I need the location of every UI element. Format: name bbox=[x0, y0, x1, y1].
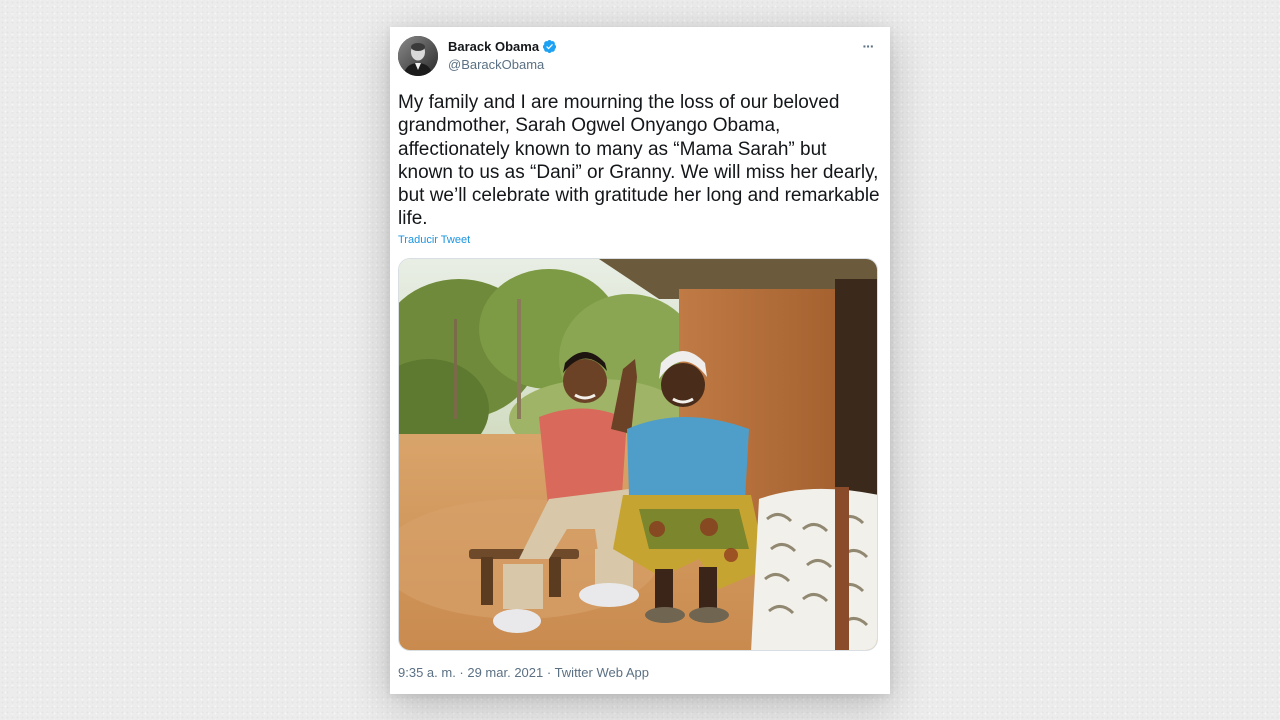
display-name[interactable]: Barack Obama bbox=[448, 39, 557, 54]
display-name-text: Barack Obama bbox=[448, 39, 540, 54]
more-options-button[interactable]: ··· bbox=[856, 35, 880, 57]
avatar-image bbox=[398, 36, 438, 76]
tweet-text: My family and I are mourning the loss of… bbox=[398, 92, 880, 230]
verified-badge-icon bbox=[542, 39, 557, 54]
handle[interactable]: @BarackObama bbox=[448, 57, 544, 72]
tweet-card: Barack Obama @BarackObama ··· My family … bbox=[390, 27, 890, 694]
tweet-photo[interactable] bbox=[398, 258, 878, 651]
translate-tweet-link[interactable]: Traducir Tweet bbox=[398, 234, 470, 246]
avatar[interactable] bbox=[398, 36, 438, 76]
tweet-timestamp-source[interactable]: 9:35 a. m. · 29 mar. 2021 · Twitter Web … bbox=[398, 665, 649, 680]
photo-illustration bbox=[399, 259, 877, 650]
